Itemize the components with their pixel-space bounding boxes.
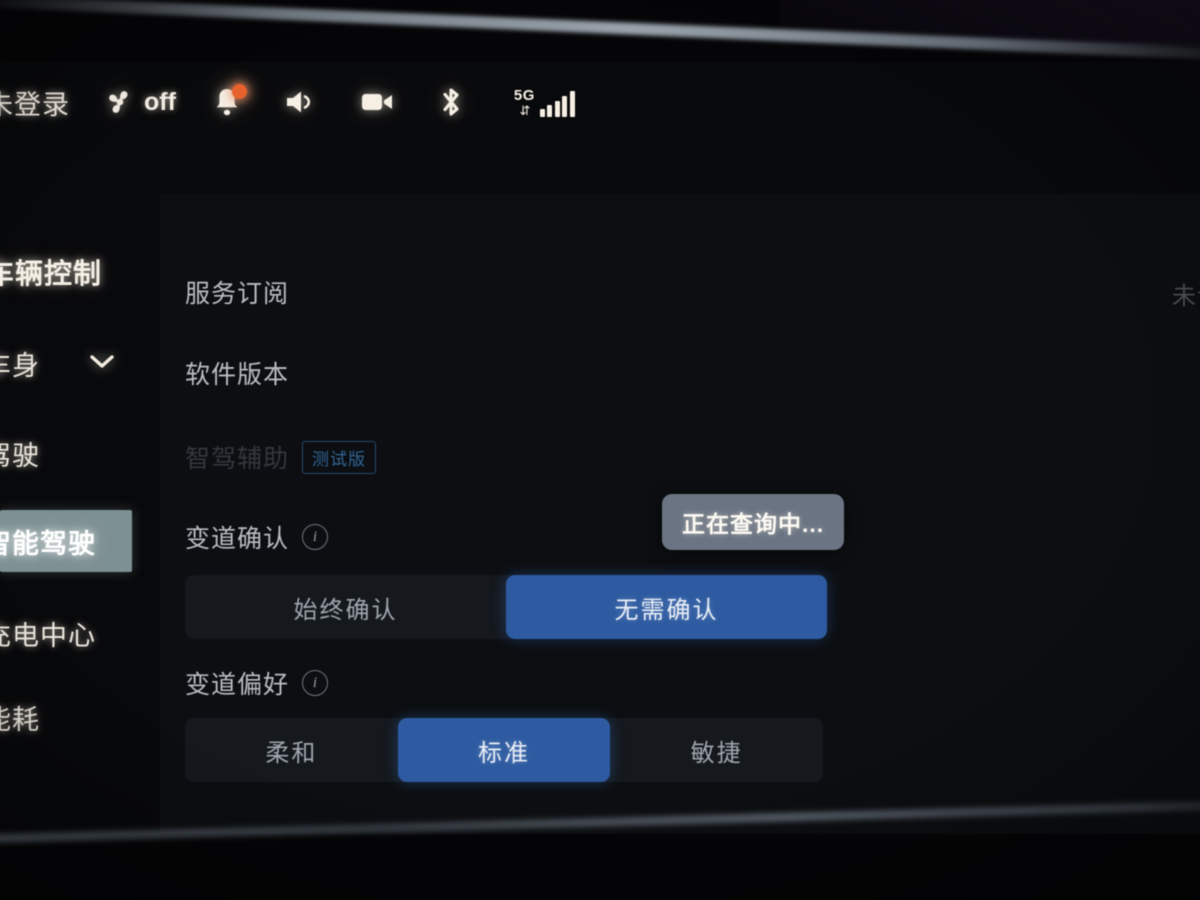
sidebar-item-body[interactable]: 车身 (0, 332, 132, 394)
infotainment-screen: 未登录 off (0, 62, 1200, 834)
ambient-glow (780, 0, 1200, 46)
lane-confirm-option-never[interactable]: 无需确认 (506, 575, 827, 639)
bluetooth-icon[interactable] (438, 85, 464, 119)
info-icon[interactable]: i (302, 524, 329, 550)
sidebar-item-energy-consumption[interactable]: 能耗 (0, 686, 132, 748)
info-icon[interactable]: i (302, 670, 329, 696)
volume-icon[interactable] (284, 87, 318, 117)
bell-icon[interactable] (212, 84, 247, 118)
lane-confirm-option-always[interactable]: 始终确认 (185, 575, 506, 639)
status-icon-group: off 5G ⇵ (102, 84, 575, 120)
fan-state-label[interactable]: off (144, 88, 176, 117)
sidebar: 车辆控制 车身 驾驶 智能驾驶 充电中心 能耗 (0, 252, 160, 832)
status-bar: 未登录 off (0, 73, 1200, 131)
content-panel: 服务订阅 未订阅 软件版本 智驾辅助 测试版 变道确认 i 正在查询中... 始… (160, 194, 1200, 834)
lane-preference-row: 变道偏好 i (185, 665, 329, 701)
sidebar-item-label: 车身 (0, 350, 40, 381)
assist-row: 智驾辅助 测试版 (185, 439, 377, 475)
service-subscription-row[interactable]: 服务订阅 (185, 274, 289, 310)
sidebar-item-driving[interactable]: 驾驶 (0, 422, 132, 484)
lane-preference-option-standard[interactable]: 标准 (397, 718, 611, 782)
sidebar-item-label: 智能驾驶 (0, 528, 96, 559)
login-status[interactable]: 未登录 (0, 83, 70, 122)
notification-badge-dot (231, 84, 247, 99)
sidebar-title: 车辆控制 (0, 258, 103, 289)
sidebar-item-label: 驾驶 (0, 440, 40, 471)
fan-icon[interactable] (102, 84, 138, 120)
lane-confirm-label: 变道确认 (185, 525, 290, 553)
lane-confirm-segmented-control: 始终确认 无需确认 (185, 575, 827, 639)
service-subscription-status: 未订阅 (1172, 283, 1200, 310)
beta-badge: 测试版 (302, 440, 377, 474)
lane-preference-option-agile[interactable]: 敏捷 (610, 718, 823, 782)
sidebar-item-label: 能耗 (0, 704, 40, 735)
sidebar-item-charging-center[interactable]: 充电中心 (0, 602, 132, 664)
data-arrows-icon: ⇵ (519, 102, 530, 118)
querying-tooltip: 正在查询中... (662, 494, 845, 550)
network-type: 5G ⇵ (514, 88, 535, 117)
assist-label: 智驾辅助 (185, 445, 290, 473)
software-version-label: 软件版本 (185, 361, 290, 389)
sidebar-item-intelligent-driving[interactable]: 智能驾驶 (0, 510, 132, 572)
signal-icon[interactable]: 5G ⇵ (514, 88, 575, 117)
software-version-row[interactable]: 软件版本 (185, 355, 289, 391)
sidebar-item-label: 充电中心 (0, 620, 96, 651)
camera-icon[interactable] (360, 89, 396, 115)
lane-preference-label: 变道偏好 (185, 671, 290, 699)
chevron-down-icon[interactable] (88, 352, 116, 375)
lane-preference-segmented-control: 柔和 标准 敏捷 (185, 718, 823, 782)
bezel-glare-top (0, 0, 1200, 64)
network-type-label: 5G (513, 86, 535, 104)
signal-bars (539, 90, 575, 117)
lane-preference-option-gentle[interactable]: 柔和 (185, 718, 398, 782)
lane-confirm-row: 变道确认 i (185, 519, 329, 555)
service-subscription-label: 服务订阅 (185, 280, 290, 308)
photo-frame: 未登录 off (0, 0, 1200, 900)
bezel-top (0, 0, 1200, 62)
